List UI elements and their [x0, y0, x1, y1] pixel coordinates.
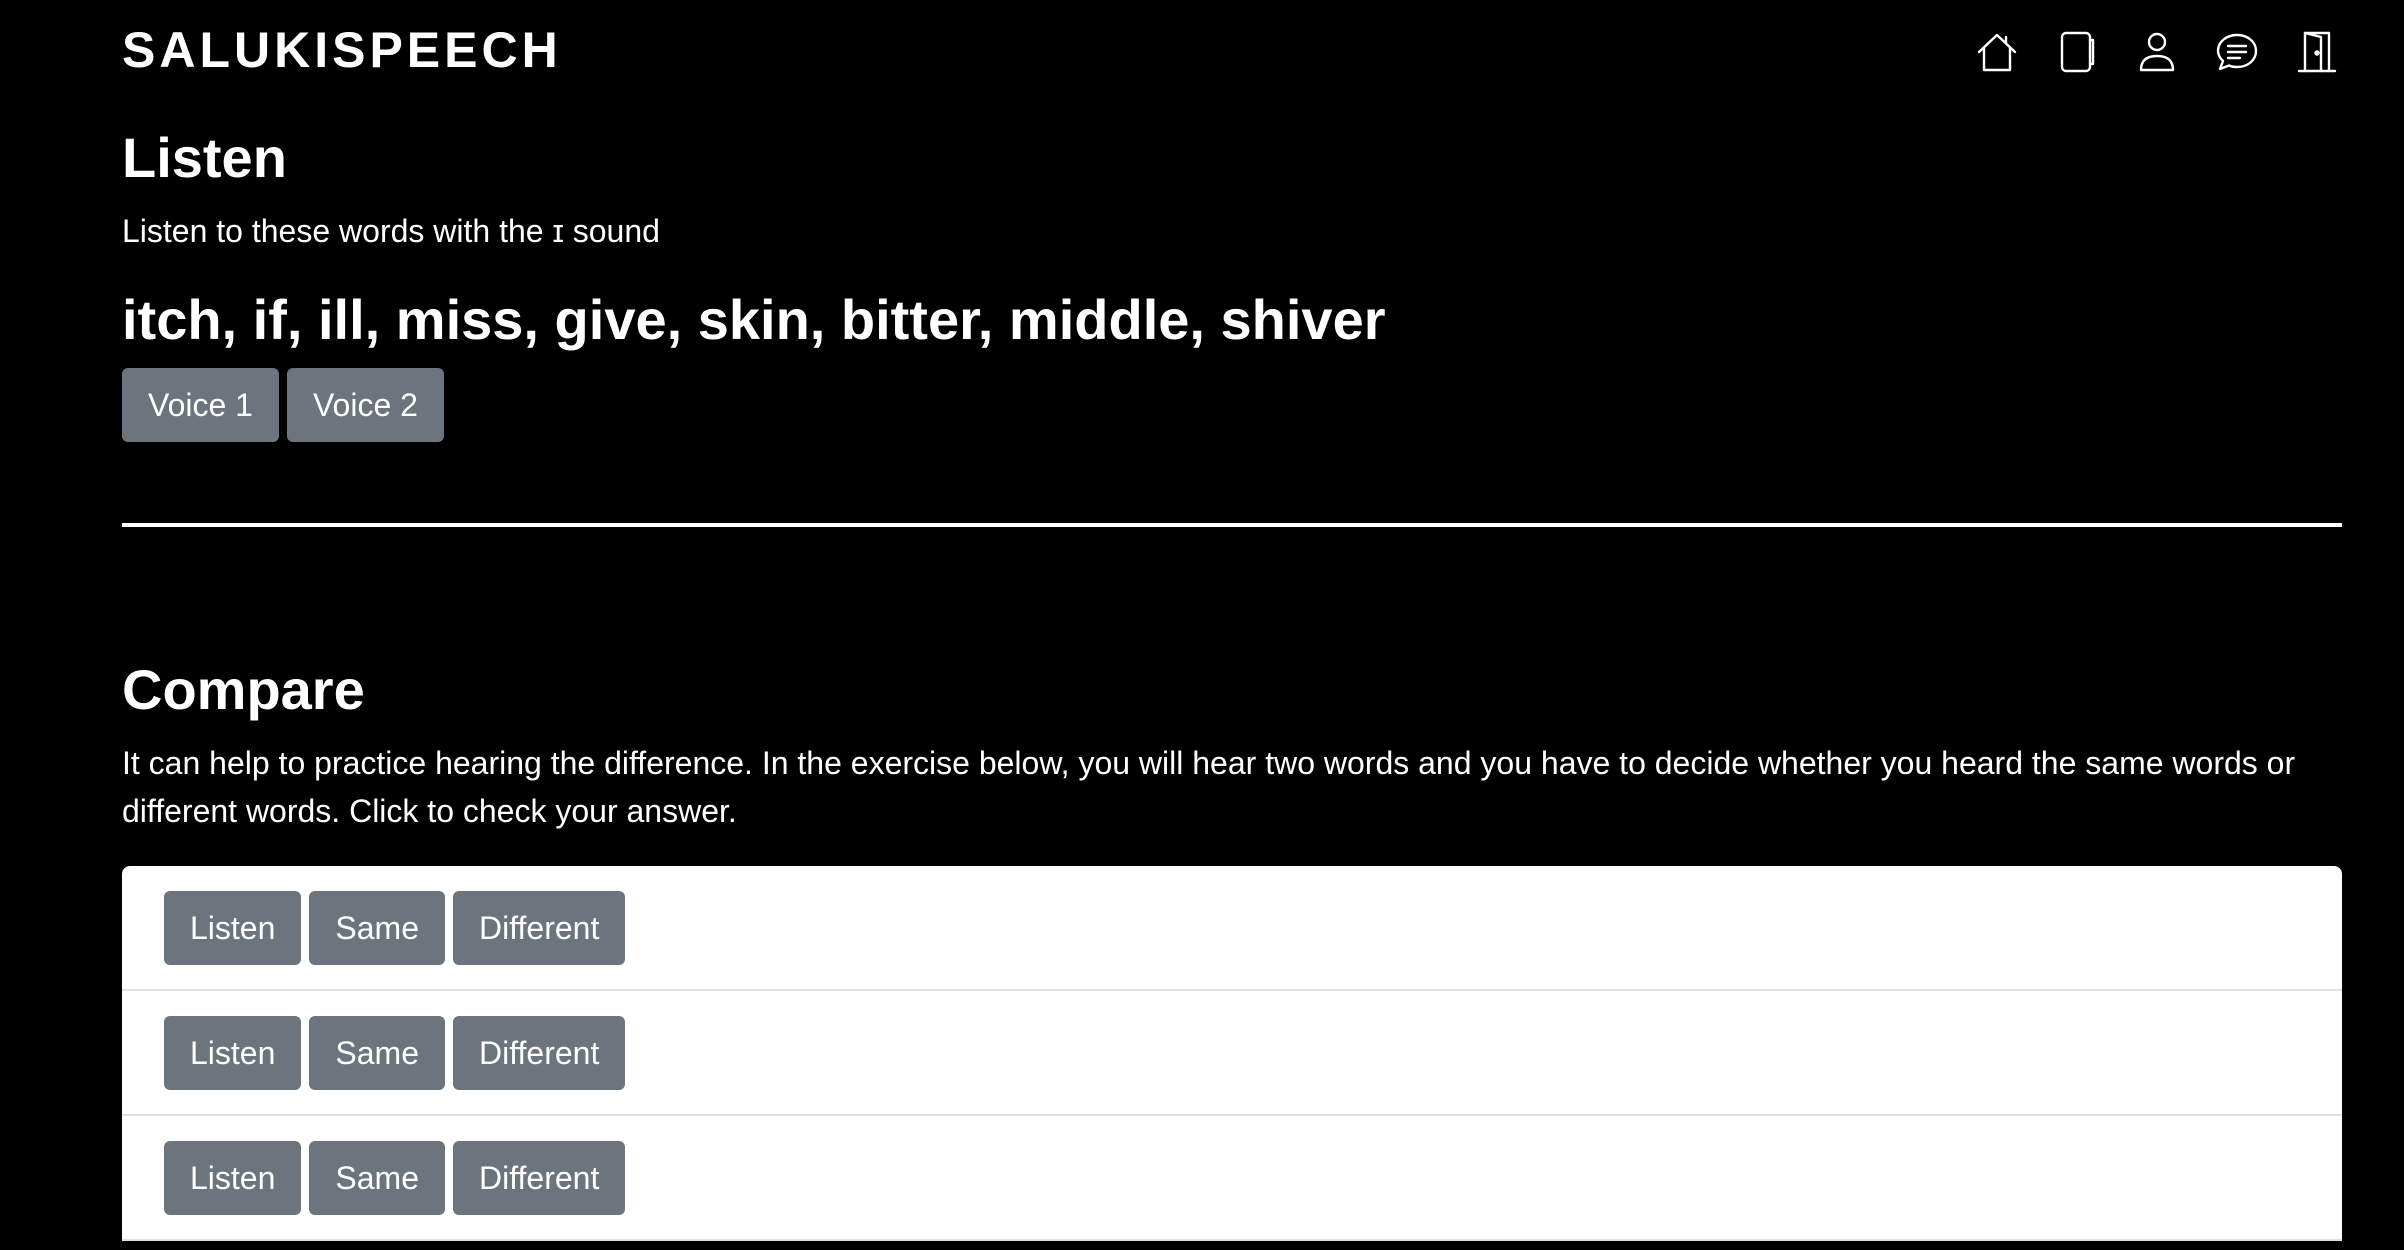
exercise-row: Listen Same Different [122, 991, 2342, 1116]
home-icon[interactable] [1957, 24, 2037, 80]
listen-heading: Listen [122, 126, 287, 189]
listen-button[interactable]: Listen [164, 890, 302, 965]
journal-icon[interactable] [2037, 24, 2117, 80]
different-button[interactable]: Different [452, 890, 626, 965]
chat-icon[interactable] [2197, 24, 2277, 80]
door-icon[interactable] [2277, 24, 2357, 80]
different-button[interactable]: Different [452, 1015, 626, 1090]
same-button[interactable]: Same [309, 1140, 445, 1215]
compare-description: It can help to practice hearing the diff… [122, 745, 2296, 829]
listen-button[interactable]: Listen [164, 1015, 302, 1090]
same-button[interactable]: Same [309, 1015, 445, 1090]
voice-2-button[interactable]: Voice 2 [286, 368, 444, 442]
brand-logo[interactable]: SALUKISPEECH [122, 22, 562, 78]
exercise-list: Listen Same Different Listen Same Differ… [122, 866, 2342, 1241]
different-button[interactable]: Different [452, 1140, 626, 1215]
listen-description: Listen to these words with the ɪ sound [122, 213, 660, 249]
listen-button[interactable]: Listen [164, 1140, 302, 1215]
nav-icons [1957, 24, 2357, 80]
exercise-row: Listen Same Different [122, 866, 2342, 991]
voice-1-button[interactable]: Voice 1 [122, 368, 279, 442]
person-icon[interactable] [2117, 24, 2197, 80]
page: SALUKISPEECH Listen Listen to these word… [0, 0, 2404, 1250]
word-list: itch, if, ill, miss, give, skin, bitter,… [122, 288, 1386, 351]
section-divider [122, 523, 2342, 527]
same-button[interactable]: Same [309, 890, 445, 965]
voice-buttons: Voice 1 Voice 2 [122, 368, 444, 442]
exercise-row: Listen Same Different [122, 1116, 2342, 1241]
compare-heading: Compare [122, 658, 365, 721]
